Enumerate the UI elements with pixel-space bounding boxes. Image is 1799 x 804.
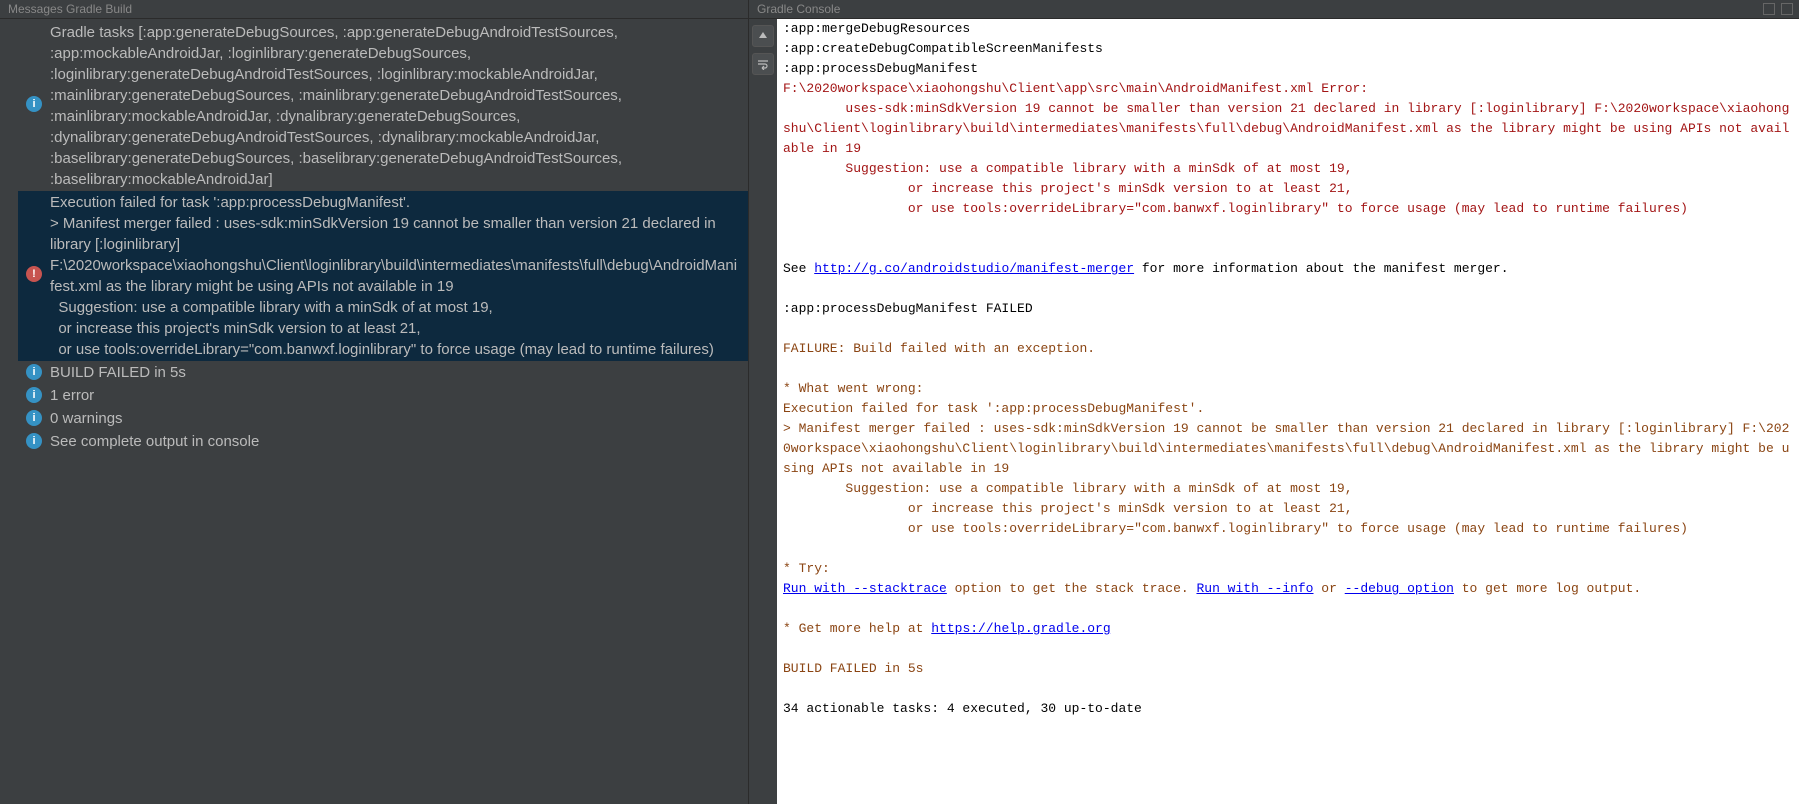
console-line: * What went wrong: (783, 379, 1793, 399)
console-text: to get more log output. (1454, 581, 1641, 596)
build-message-row[interactable]: i Gradle tasks [:app:generateDebugSources… (18, 21, 748, 191)
info-icon: i (26, 433, 42, 449)
console-line (783, 239, 1793, 259)
build-message-text: See complete output in console (50, 431, 738, 452)
messages-gradle-build-panel: Messages Gradle Build i Gradle tasks [:ap… (0, 0, 749, 804)
console-line: uses-sdk:minSdkVersion 19 cannot be smal… (783, 99, 1793, 159)
console-line: F:\2020workspace\xiaohongshu\Client\app\… (783, 79, 1793, 99)
console-text: for more information about the manifest … (1134, 261, 1508, 276)
build-message-list[interactable]: i Gradle tasks [:app:generateDebugSources… (18, 19, 748, 804)
console-line: or use tools:overrideLibrary="com.banwxf… (783, 199, 1793, 219)
link-help-gradle[interactable]: https://help.gradle.org (931, 621, 1110, 636)
left-gutter (0, 19, 18, 804)
console-line (783, 599, 1793, 619)
arrow-up-icon (757, 30, 769, 42)
console-text: or (1314, 581, 1345, 596)
link-manifest-merger[interactable]: http://g.co/androidstudio/manifest-merge… (814, 261, 1134, 276)
info-icon: i (26, 364, 42, 380)
info-icon: i (26, 387, 42, 403)
build-message-row[interactable]: i See complete output in console (18, 430, 748, 453)
wrap-icon (757, 58, 769, 70)
console-line: See http://g.co/androidstudio/manifest-m… (783, 259, 1793, 279)
build-message-text: Gradle tasks [:app:generateDebugSources,… (50, 22, 738, 190)
build-message-text: 1 error (50, 385, 738, 406)
info-icon-wrapper: i (18, 362, 50, 380)
gradle-console-output[interactable]: :app:mergeDebugResources:app:createDebug… (777, 19, 1799, 804)
info-icon-wrapper: i (18, 22, 50, 112)
minimize-icon[interactable] (1763, 3, 1775, 15)
console-line: Suggestion: use a compatible library wit… (783, 479, 1793, 499)
build-message-text: Execution failed for task ':app:processD… (50, 192, 738, 360)
link-stacktrace[interactable]: Run with --stacktrace (783, 581, 947, 596)
console-line: or increase this project's minSdk versio… (783, 499, 1793, 519)
hide-icon[interactable] (1781, 3, 1793, 15)
console-line (783, 359, 1793, 379)
console-line: Suggestion: use a compatible library wit… (783, 159, 1793, 179)
console-line: :app:mergeDebugResources (783, 19, 1793, 39)
error-icon: ! (26, 266, 42, 282)
console-line: FAILURE: Build failed with an exception. (783, 339, 1793, 359)
console-tool-button-1[interactable] (752, 25, 774, 47)
build-message-row[interactable]: ! Execution failed for task ':app:process… (18, 191, 748, 361)
right-panel-title-bar: Gradle Console (749, 0, 1799, 19)
build-message-text: BUILD FAILED in 5s (50, 362, 738, 383)
build-message-row[interactable]: i 1 error (18, 384, 748, 407)
console-line (783, 319, 1793, 339)
console-line (783, 539, 1793, 559)
right-panel-title-actions (1763, 0, 1793, 18)
console-text: option to get the stack trace. (947, 581, 1197, 596)
build-message-row[interactable]: i BUILD FAILED in 5s (18, 361, 748, 384)
info-icon-wrapper: i (18, 408, 50, 426)
console-line: Execution failed for task ':app:processD… (783, 399, 1793, 419)
info-icon-wrapper: i (18, 431, 50, 449)
console-line: Run with --stacktrace option to get the … (783, 579, 1793, 599)
console-tool-button-2[interactable] (752, 53, 774, 75)
console-text: * Get more help at (783, 621, 931, 636)
left-panel-title: Messages Gradle Build (0, 0, 748, 19)
info-icon-wrapper: i (18, 385, 50, 403)
console-line: :app:createDebugCompatibleScreenManifest… (783, 39, 1793, 59)
info-icon: i (26, 410, 42, 426)
console-line: 34 actionable tasks: 4 executed, 30 up-t… (783, 699, 1793, 719)
console-line: :app:processDebugManifest FAILED (783, 299, 1793, 319)
error-icon-wrapper: ! (18, 192, 50, 282)
console-line: > Manifest merger failed : uses-sdk:minS… (783, 419, 1793, 479)
console-line (783, 639, 1793, 659)
build-message-text: 0 warnings (50, 408, 738, 429)
build-message-row[interactable]: i 0 warnings (18, 407, 748, 430)
link-debug[interactable]: --debug option (1345, 581, 1454, 596)
console-line (783, 679, 1793, 699)
console-text: See (783, 261, 814, 276)
console-line: BUILD FAILED in 5s (783, 659, 1793, 679)
console-line: * Try: (783, 559, 1793, 579)
console-line (783, 279, 1793, 299)
console-line: :app:processDebugManifest (783, 59, 1793, 79)
console-line: or increase this project's minSdk versio… (783, 179, 1793, 199)
right-panel-title: Gradle Console (757, 0, 840, 18)
console-tool-gutter (749, 19, 777, 804)
link-info[interactable]: Run with --info (1196, 581, 1313, 596)
console-line: or use tools:overrideLibrary="com.banwxf… (783, 519, 1793, 539)
console-line: * Get more help at https://help.gradle.o… (783, 619, 1793, 639)
info-icon: i (26, 96, 42, 112)
gradle-console-panel: Gradle Console :app:mergeDebugResources:… (749, 0, 1799, 804)
console-line (783, 219, 1793, 239)
